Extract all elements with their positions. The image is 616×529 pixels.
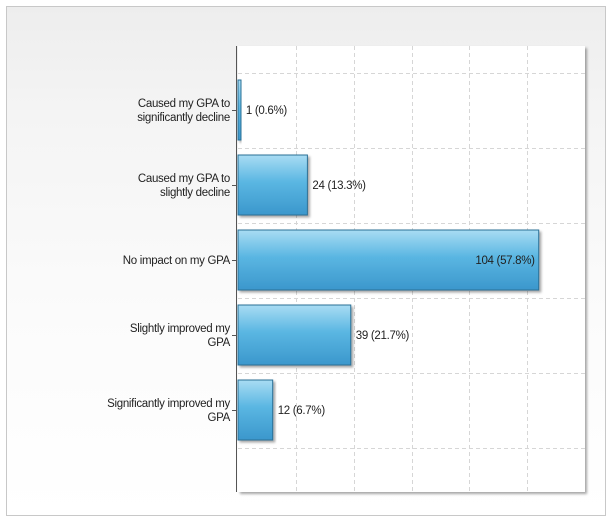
value-label: 12 (6.7%) bbox=[278, 405, 326, 417]
bar-chart: Caused my GPA to significantly decline 1 (… bbox=[107, 46, 585, 492]
category-label: Significantly improved my GPA bbox=[107, 398, 231, 424]
value-label: 1 (0.6%) bbox=[246, 105, 288, 117]
category-label: No impact on my GPA bbox=[123, 255, 231, 267]
value-label: 39 (21.7%) bbox=[356, 330, 410, 342]
axis bbox=[232, 46, 237, 492]
value-label: 24 (13.3%) bbox=[312, 180, 366, 192]
category-label: Caused my GPA to slightly decline bbox=[138, 173, 230, 199]
bar bbox=[237, 154, 308, 216]
bar bbox=[237, 379, 274, 441]
category-label: Caused my GPA to significantly decline bbox=[137, 98, 230, 124]
bar bbox=[237, 79, 242, 141]
category-label: Slightly improved my GPA bbox=[130, 323, 231, 349]
value-label: 104 (57.8%) bbox=[475, 255, 535, 267]
bar bbox=[237, 304, 352, 366]
